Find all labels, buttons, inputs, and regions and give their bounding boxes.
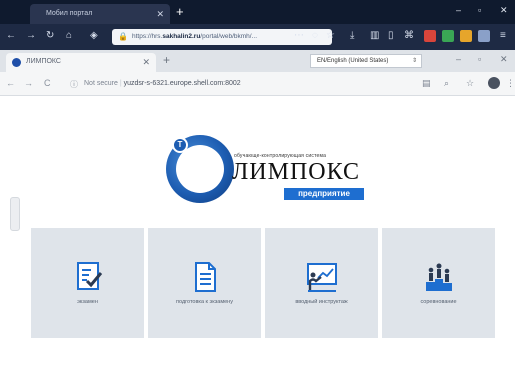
side-panel-handle[interactable] (10, 197, 20, 231)
tile-competition[interactable]: соревнование (382, 228, 495, 338)
podium-icon (426, 263, 452, 291)
inner-tab-bar: ЛИМПОКС ✕ + EN/English (United States) ⇕… (0, 50, 515, 72)
extension-gray-icon[interactable] (478, 30, 490, 42)
close-icon[interactable]: ✕ (142, 57, 150, 68)
logo-badge: T (172, 137, 188, 153)
screenshot-icon[interactable]: ⌘ (404, 31, 414, 41)
inner-tab[interactable]: ЛИМПОКС ✕ (6, 53, 156, 72)
tile-introductory-briefing[interactable]: вводный инструктаж (265, 228, 378, 338)
info-icon: ⓘ (70, 80, 78, 89)
tile-label: соревнование (420, 299, 457, 305)
page-content: T обучающе-контролирующая система ЛИМПОК… (0, 97, 515, 367)
tile-label: экзамен (77, 299, 98, 305)
presentation-board-icon (307, 263, 337, 292)
pocket-icon[interactable]: ◌ (312, 31, 318, 41)
tile-label: подготовка к экзамену (176, 299, 233, 305)
sidebar-icon[interactable]: ▯ (388, 31, 394, 41)
download-icon[interactable]: ⤓ (350, 31, 354, 41)
translate-icon[interactable]: ▤ (422, 78, 431, 89)
outer-tab-title: Мобил портал (46, 10, 93, 17)
inner-nav-bar: ← → C ⓘ Not secure | yuzdsr-s-6321.europ… (0, 72, 515, 96)
close-icon[interactable]: ✕ (156, 9, 164, 20)
inner-address-bar[interactable]: ⓘ Not secure | yuzdsr-s-6321.europe.shel… (68, 76, 378, 92)
maximize-icon[interactable]: ▫ (478, 5, 481, 15)
document-icon (195, 262, 216, 292)
new-tab-plus-icon[interactable]: + (163, 53, 170, 67)
outer-tab[interactable]: Мобил портал ✕ (30, 4, 170, 24)
minimize-icon[interactable]: – (456, 5, 461, 15)
maximize-icon[interactable]: ▫ (478, 54, 481, 64)
close-window-icon[interactable]: ✕ (500, 5, 508, 16)
bookmark-star-icon[interactable]: ☆ (326, 31, 335, 41)
outer-url-host: sakhalin2.ru (162, 33, 201, 40)
menu-hamburger-icon[interactable]: ≡ (500, 31, 506, 41)
reload-icon[interactable]: ↻ (46, 31, 54, 41)
logo-edition-badge: предприятие (284, 188, 364, 200)
extension-red-icon[interactable] (424, 30, 436, 42)
tile-exam[interactable]: экзамен (31, 228, 144, 338)
new-tab-plus-icon[interactable]: + (176, 5, 184, 18)
back-arrow-icon[interactable]: ← (6, 31, 16, 41)
outer-nav-bar: ← → ↻ ⌂ ◈ 🔒 https://hrs.sakhalin2.ru/por… (0, 24, 515, 50)
home-icon[interactable]: ⌂ (66, 31, 72, 41)
exam-checklist-icon (77, 262, 103, 290)
back-arrow-icon[interactable]: ← (6, 79, 15, 88)
profile-avatar-icon[interactable] (488, 77, 500, 89)
more-menu-icon[interactable]: ⋯ (294, 31, 304, 41)
lock-icon: 🔒 (118, 32, 128, 41)
reload-icon[interactable]: C (44, 79, 51, 88)
outer-tab-bar: Мобил портал ✕ + – ▫ ✕ (0, 0, 515, 24)
tile-exam-preparation[interactable]: подготовка к экзамену (148, 228, 261, 338)
extension-green-icon[interactable] (442, 30, 454, 42)
shield-icon[interactable]: ◈ (90, 31, 98, 41)
limpoks-logo: T обучающе-контролирующая система ЛИМПОК… (160, 131, 370, 211)
library-icon[interactable]: ▥ (370, 31, 379, 41)
chevron-updown-icon: ⇕ (411, 58, 417, 64)
outer-url-rest: /portal/web/bkmh/... (200, 33, 258, 40)
language-select[interactable]: EN/English (United States) ⇕ (310, 54, 422, 68)
outer-url-prefix: https://hrs. (132, 33, 163, 40)
limpoks-favicon-icon (12, 58, 21, 67)
logo-circle-icon: T (166, 135, 234, 203)
inner-tab-title: ЛИМПОКС (26, 58, 61, 65)
inner-url-text: yuzdsr-s-6321.europe.shell.com:8002 (123, 80, 241, 87)
forward-arrow-icon[interactable]: → (26, 31, 36, 41)
close-window-icon[interactable]: ✕ (500, 54, 508, 65)
zoom-icon[interactable]: ⌕ (444, 78, 449, 89)
bookmark-star-icon[interactable]: ☆ (466, 78, 474, 89)
tile-label: вводный инструктаж (295, 299, 348, 305)
extension-orange-icon[interactable] (460, 30, 472, 42)
not-secure-label: Not secure (84, 80, 118, 87)
language-selected-value: EN/English (United States) (317, 58, 389, 64)
logo-name: ЛИМПОКС (232, 159, 361, 185)
minimize-icon[interactable]: – (456, 54, 461, 64)
forward-arrow-icon[interactable]: → (24, 79, 33, 88)
more-vertical-icon[interactable]: ⋮ (506, 78, 515, 89)
